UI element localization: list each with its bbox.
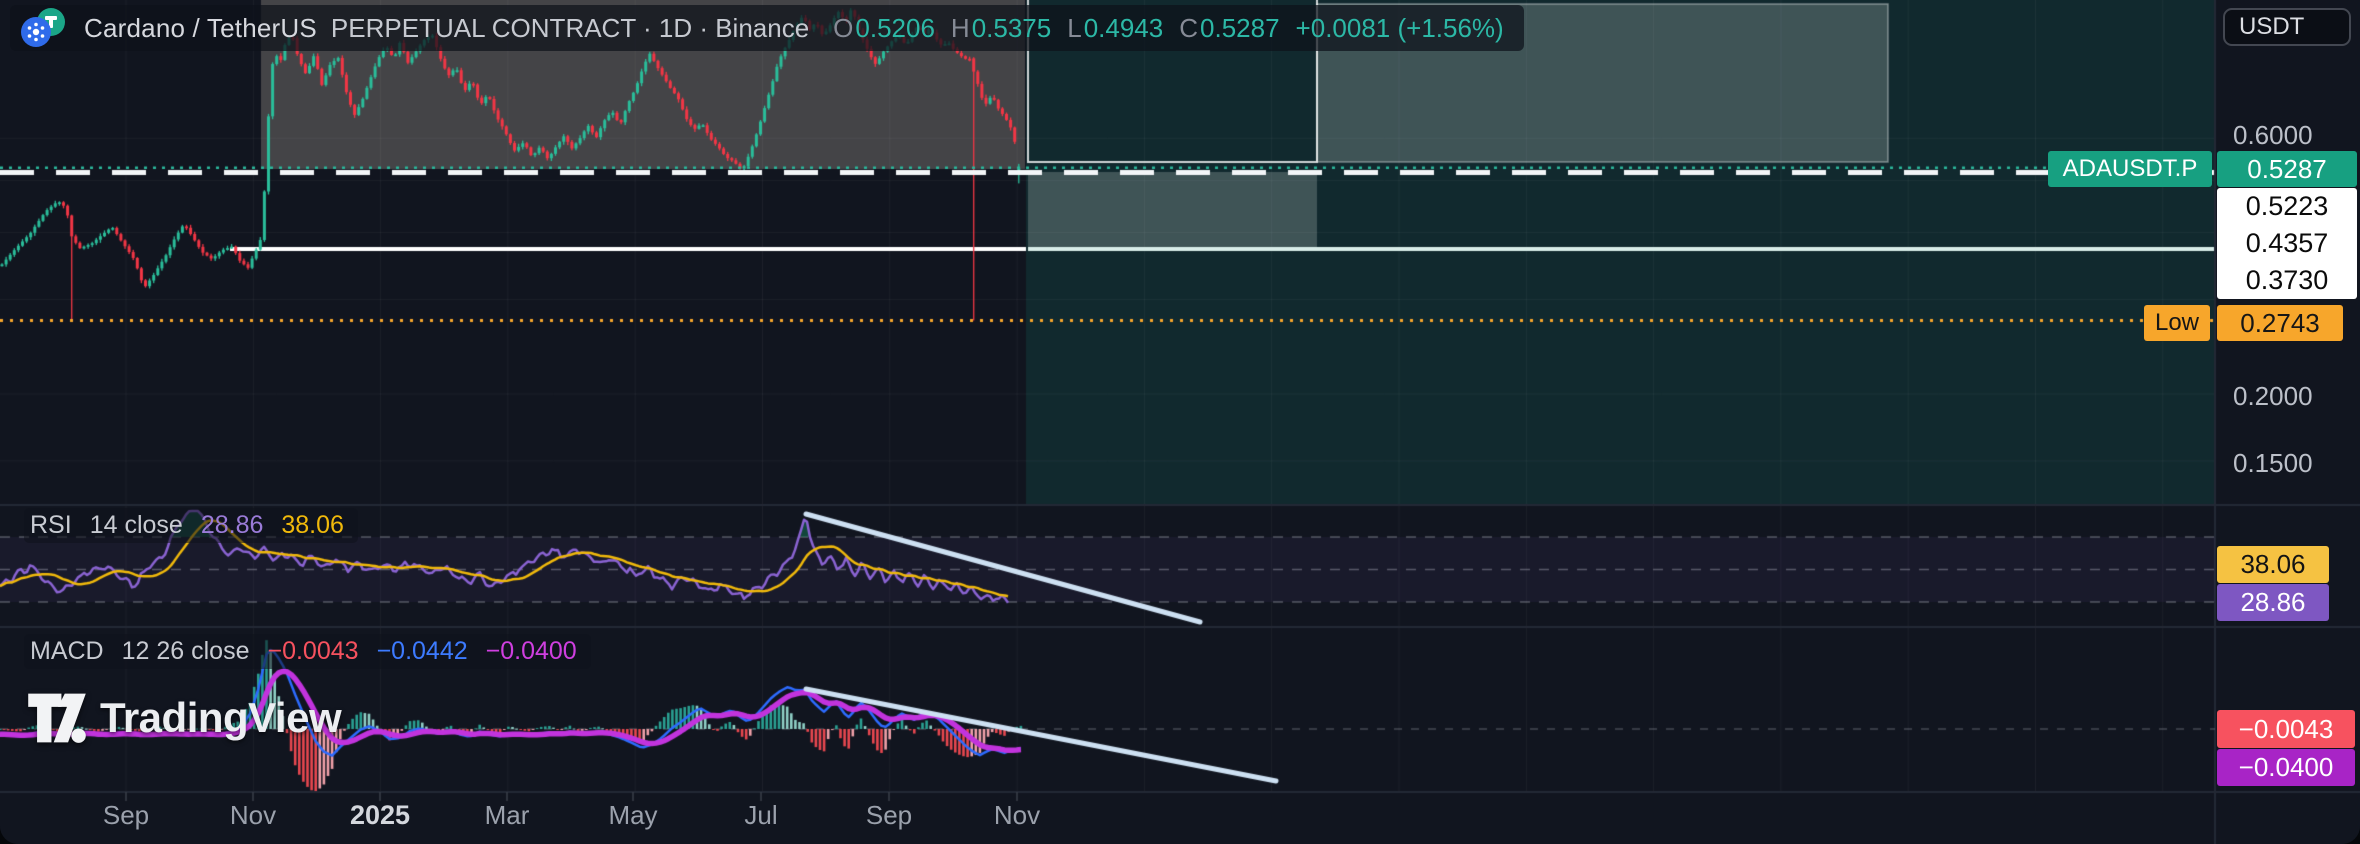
ohlc-readout: O0.5206 H0.5375 L0.4943 C0.5287 +0.0081 …: [833, 13, 1504, 44]
level-label-0.3730: 0.3730: [2217, 262, 2357, 299]
level-label-0.4357: 0.4357: [2217, 225, 2357, 262]
tradingview-chart-window: { "header": { "symbol_title": "Cardano /…: [0, 0, 2360, 844]
drawing-level-labels: 0.5223 0.4357 0.3730: [2217, 188, 2357, 299]
price-axis[interactable]: USDT 0.6000 0.2000 0.1500 0.5287 0.5223 …: [2215, 0, 2360, 792]
low-price-label: 0.2743: [2217, 305, 2343, 341]
chart-canvas[interactable]: [0, 0, 2360, 844]
time-axis-label-sep: Sep: [103, 800, 149, 831]
macd-hist-value: −0.0043: [267, 637, 358, 666]
macd-hist-axis-label: −0.0043: [2217, 710, 2355, 748]
level-label-0.5223: 0.5223: [2217, 188, 2357, 225]
high-label: H: [951, 13, 970, 44]
cardano-tether-pair-icon: [18, 7, 70, 49]
time-axis-label-nov: Nov: [230, 800, 276, 831]
tradingview-wordmark: TradingView: [100, 694, 341, 742]
price-tick-0.2000: 0.2000: [2233, 381, 2313, 412]
change-value: +0.0081 (+1.56%): [1296, 13, 1504, 44]
rsi-ma-axis-label: 38.06: [2217, 546, 2329, 583]
rsi-ma-value: 38.06: [281, 511, 344, 540]
macd-legend: MACD 12 26 close −0.0043 −0.0442 −0.0400: [24, 634, 591, 669]
time-axis-label-jul: Jul: [744, 800, 777, 831]
contract-interval-exchange[interactable]: PERPETUAL CONTRACT · 1D · Binance: [331, 13, 809, 44]
macd-legend-title[interactable]: MACD: [30, 637, 104, 666]
macd-line-value: −0.0442: [377, 637, 468, 666]
time-axis-label-sep: Sep: [866, 800, 912, 831]
tradingview-logo-icon: [26, 690, 88, 746]
symbol-price-tag: ADAUSDT.P: [2048, 151, 2212, 187]
close-value: 0.5287: [1200, 13, 1280, 44]
symbol-button[interactable]: Cardano / TetherUS: [84, 13, 317, 44]
time-axis-label-may: May: [608, 800, 657, 831]
high-value: 0.5375: [972, 13, 1052, 44]
rsi-legend-title[interactable]: RSI: [30, 511, 72, 540]
tradingview-watermark[interactable]: TradingView: [26, 690, 341, 746]
low-tag: Low: [2144, 305, 2210, 341]
open-label: O: [833, 13, 853, 44]
macd-signal-axis-label: −0.0400: [2217, 749, 2355, 786]
macd-legend-params: 12 26 close: [122, 637, 250, 666]
open-value: 0.5206: [855, 13, 935, 44]
currency-unit-button[interactable]: USDT: [2223, 8, 2351, 46]
time-axis-label-nov: Nov: [994, 800, 1040, 831]
rsi-legend: RSI 14 close 28.86 38.06: [24, 508, 358, 543]
time-axis-label-mar: Mar: [485, 800, 530, 831]
rsi-legend-params: 14 close: [90, 511, 183, 540]
current-price-label: 0.5287: [2217, 151, 2357, 187]
rsi-value: 28.86: [201, 511, 264, 540]
rsi-axis-label: 28.86: [2217, 584, 2329, 621]
low-value: 0.4943: [1084, 13, 1164, 44]
close-label: C: [1179, 13, 1198, 44]
macd-signal-value: −0.0400: [486, 637, 577, 666]
time-axis-label-2025: 2025: [350, 800, 410, 831]
low-label: L: [1067, 13, 1081, 44]
price-tick-0.1500: 0.1500: [2233, 448, 2313, 479]
time-axis[interactable]: Sep Nov 2025 Mar May Jul Sep Nov: [0, 792, 2215, 844]
symbol-header: Cardano / TetherUS PERPETUAL CONTRACT · …: [10, 5, 1524, 51]
price-tick-0.6000: 0.6000: [2233, 120, 2313, 151]
